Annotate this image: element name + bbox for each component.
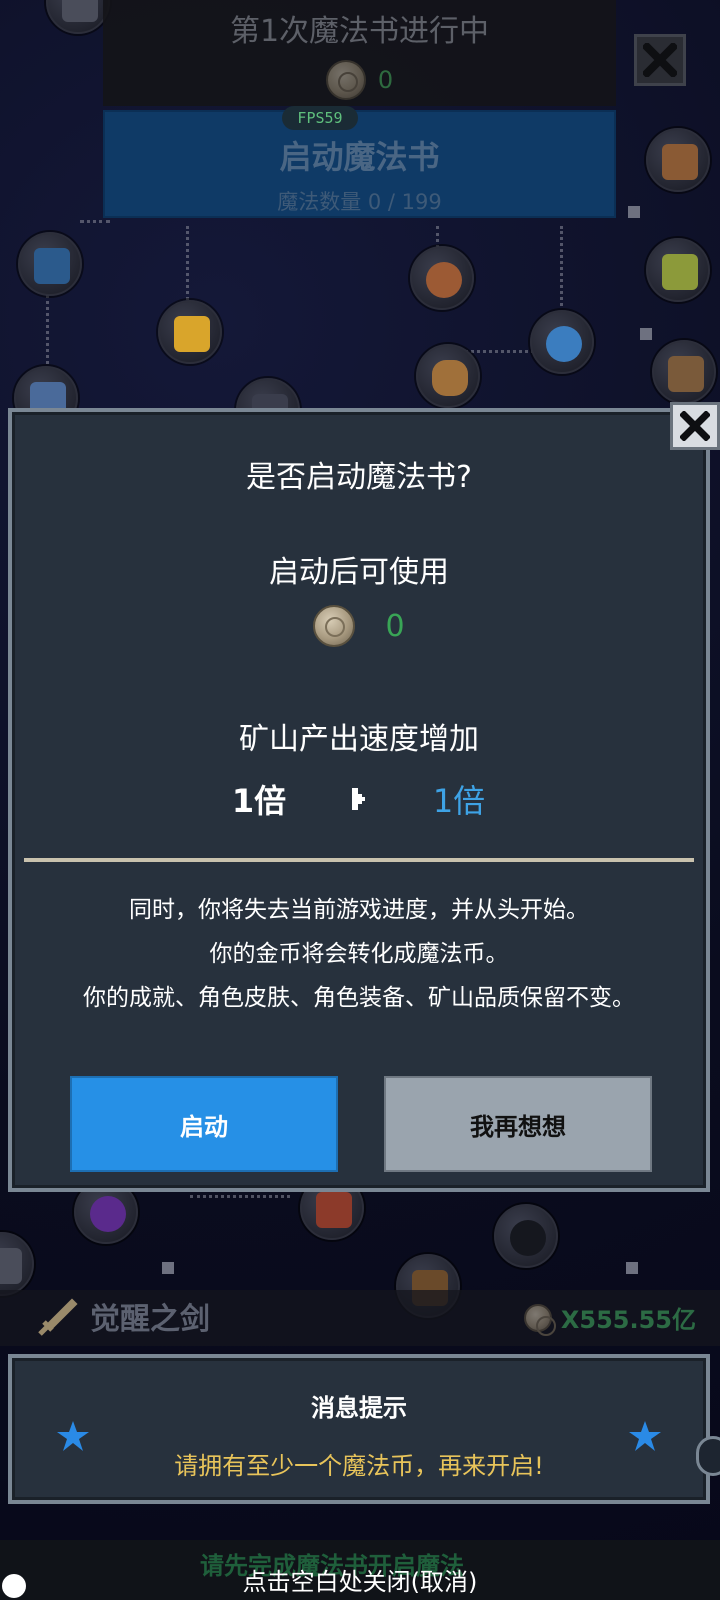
map-node-sausage[interactable] <box>410 246 474 310</box>
fps-badge: FPS59 <box>282 106 358 130</box>
sword-value: X555.55亿 <box>560 1306 696 1334</box>
star-icon <box>57 1421 89 1451</box>
map-node-burger[interactable] <box>416 344 480 408</box>
arrow-right-icon-shape <box>352 788 365 810</box>
awakening-sword-bar[interactable]: 觉醒之剑 X555.55亿 <box>0 1290 720 1346</box>
close-hint[interactable]: 点击空白处关闭(取消) <box>0 1562 720 1597</box>
side-badge[interactable] <box>696 1436 720 1476</box>
map-marker <box>628 206 640 218</box>
sword-icon <box>38 1298 78 1336</box>
close-icon <box>643 43 677 77</box>
path-dots <box>186 226 189 306</box>
start-magic-book-banner[interactable]: 启动魔法书 魔法数量 0 / 199 <box>103 110 616 218</box>
mine-speed-label: 矿山产出速度增加 <box>239 722 479 757</box>
dialog-title: 是否启动魔法书? <box>246 460 472 495</box>
magic-book-round-title: 第1次魔法书进行中 <box>229 14 490 49</box>
start-banner-title: 启动魔法书 <box>279 138 440 176</box>
path-dots <box>190 1195 290 1198</box>
coin-icon <box>325 60 366 100</box>
top-coin-row: 0 <box>103 58 616 102</box>
multiplier-to: 1倍 <box>432 782 486 820</box>
map-node-item[interactable] <box>652 340 716 404</box>
close-icon <box>680 411 710 441</box>
map-node-bottle[interactable] <box>646 238 710 302</box>
map-marker <box>626 1262 638 1274</box>
dialog-coin-value: 0 <box>385 608 405 644</box>
path-dots <box>560 226 563 306</box>
top-close-button[interactable] <box>634 34 686 86</box>
floating-dot[interactable] <box>2 1574 26 1598</box>
reconsider-button[interactable]: 我再想想 <box>384 1076 652 1172</box>
map-node-scroll[interactable] <box>646 128 710 192</box>
multiplier-from: 1倍 <box>231 782 287 820</box>
dialog-coin-row: 0 <box>12 602 706 650</box>
sword-label: 觉醒之剑 <box>90 1302 210 1337</box>
top-coin-value: 0 <box>377 66 394 94</box>
arrow-right-icon <box>304 788 414 810</box>
map-node-moon[interactable] <box>494 1204 558 1268</box>
path-dots <box>460 350 540 353</box>
map-marker <box>162 1262 174 1274</box>
path-dots <box>80 220 110 223</box>
dialog-divider <box>24 858 694 862</box>
message-text: 请拥有至少一个魔法币，再来开启! <box>174 1452 544 1480</box>
magic-book-status-panel: 第1次魔法书进行中 0 <box>103 0 616 106</box>
multiplier-row: 1倍 1倍 <box>12 774 706 824</box>
message-panel: 消息提示 请拥有至少一个魔法币，再来开启! <box>8 1354 710 1504</box>
map-marker <box>640 328 652 340</box>
star-icon <box>629 1421 661 1451</box>
coin-icon <box>524 1304 556 1336</box>
start-magic-book-dialog: 是否启动魔法书? 启动后可使用 0 矿山产出速度增加 1倍 1倍 同时，你将失去… <box>8 408 710 1192</box>
dialog-note-line: 你的成就、角色皮肤、角色装备、矿山品质保留不变。 <box>83 985 635 1011</box>
message-title: 消息提示 <box>311 1394 407 1422</box>
dialog-subtitle: 启动后可使用 <box>269 555 449 590</box>
map-node-potion[interactable] <box>530 310 594 374</box>
dialog-close-button[interactable] <box>670 402 720 450</box>
dialog-note-line: 你的金币将会转化成魔法币。 <box>209 941 509 967</box>
start-button[interactable]: 启动 <box>70 1076 338 1172</box>
magic-count: 魔法数量 0 / 199 <box>277 190 442 214</box>
map-node-chest[interactable] <box>18 232 82 296</box>
dialog-note-line: 同时，你将失去当前游戏进度，并从头开始。 <box>129 897 589 923</box>
coin-icon <box>313 605 356 647</box>
map-node-chest[interactable] <box>158 300 222 364</box>
